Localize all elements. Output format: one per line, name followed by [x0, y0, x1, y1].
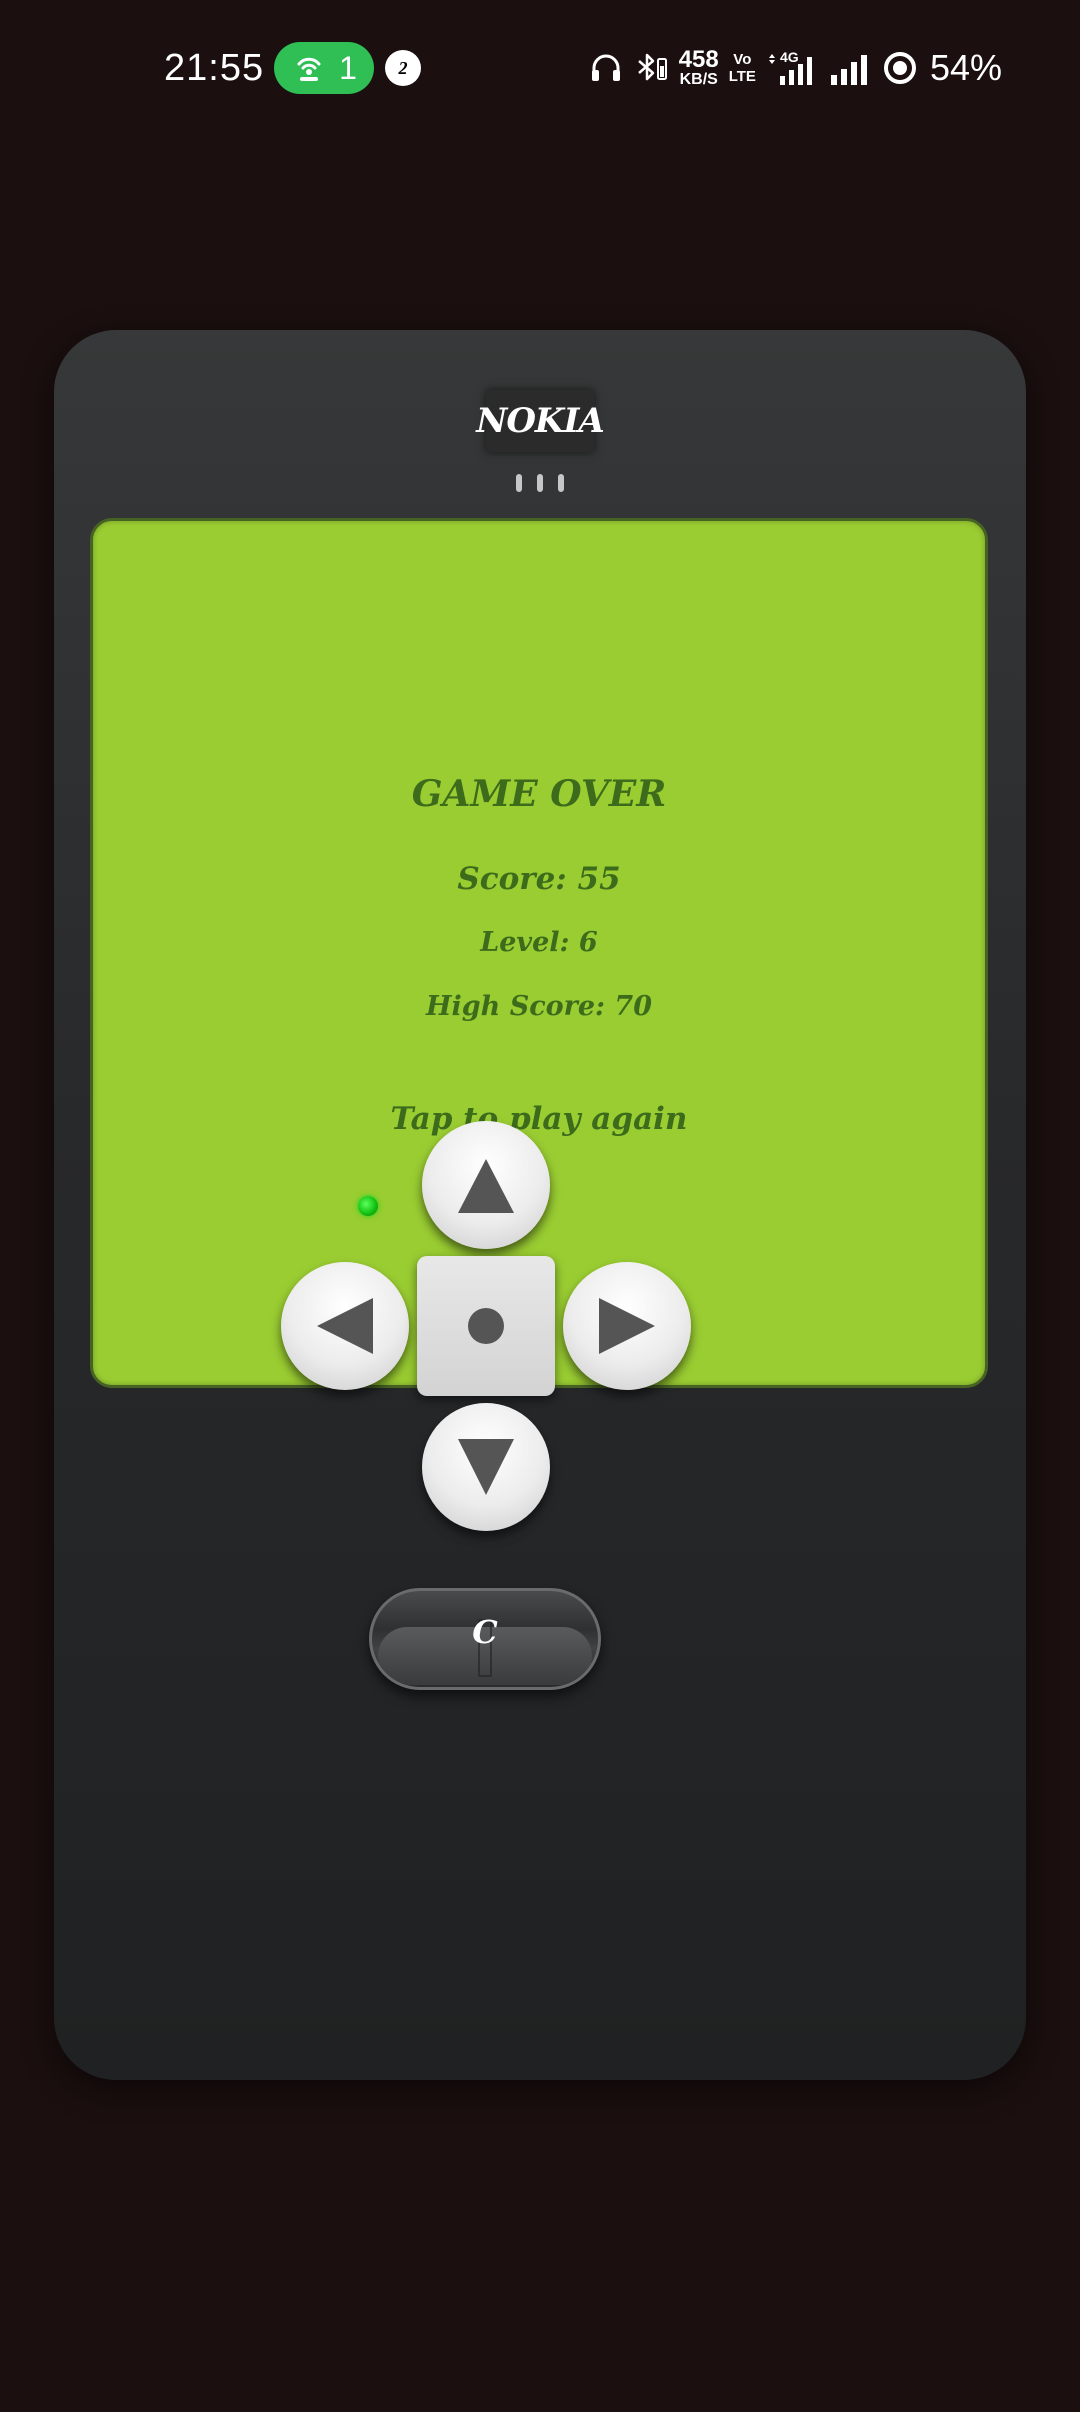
hotspot-indicator[interactable]: 1 [274, 42, 374, 94]
left-arrow-icon [317, 1298, 373, 1354]
clear-button[interactable]: C [369, 1588, 601, 1690]
down-arrow-icon [458, 1439, 514, 1495]
play-again-prompt[interactable]: Tap to play again [93, 1101, 985, 1137]
level-text: Level: 6 [480, 927, 598, 958]
volte-bottom: LTE [728, 68, 756, 85]
center-dot-icon [468, 1308, 504, 1344]
status-led [358, 1196, 378, 1216]
hotspot-icon [297, 57, 321, 81]
right-button[interactable] [563, 1262, 691, 1390]
network-speed: 458 KB/S [679, 48, 719, 88]
notification-badge[interactable]: 2 [385, 50, 421, 86]
status-icons: 458 KB/S Vo LTE 4G 54% [589, 40, 1002, 96]
signal-4g-icon: 4G [768, 49, 812, 85]
up-arrow-icon [458, 1159, 514, 1213]
volte-indicator: Vo LTE [729, 51, 756, 85]
battery-percentage: 54% [929, 47, 1002, 88]
center-button[interactable] [417, 1256, 555, 1396]
status-time: 21:55 [164, 47, 265, 89]
network-type-label: 4G [780, 49, 799, 65]
bluetooth-icon [637, 53, 667, 81]
network-speed-value: 458 [678, 46, 719, 73]
battery-saver-icon [883, 52, 916, 84]
down-button[interactable] [422, 1403, 550, 1531]
game-over-title: GAME OVER [411, 773, 667, 815]
up-button[interactable] [422, 1121, 550, 1249]
score-text: Score: 55 [457, 861, 621, 897]
right-arrow-icon [599, 1298, 655, 1354]
hotspot-count: 1 [339, 49, 357, 86]
signal-icon [830, 55, 867, 85]
high-score-text: High Score: 70 [426, 991, 652, 1022]
speaker-grille [516, 474, 564, 494]
headphones-icon [591, 54, 620, 81]
brand-logo: NOKIA [476, 390, 605, 452]
network-speed-unit: KB/S [679, 71, 718, 88]
volte-top: Vo [733, 51, 752, 68]
left-button[interactable] [281, 1262, 409, 1390]
status-bar: 21:55 1 2 458 KB/S Vo LTE 4G 54% [0, 0, 1080, 140]
clear-button-label: C [472, 1613, 498, 1651]
